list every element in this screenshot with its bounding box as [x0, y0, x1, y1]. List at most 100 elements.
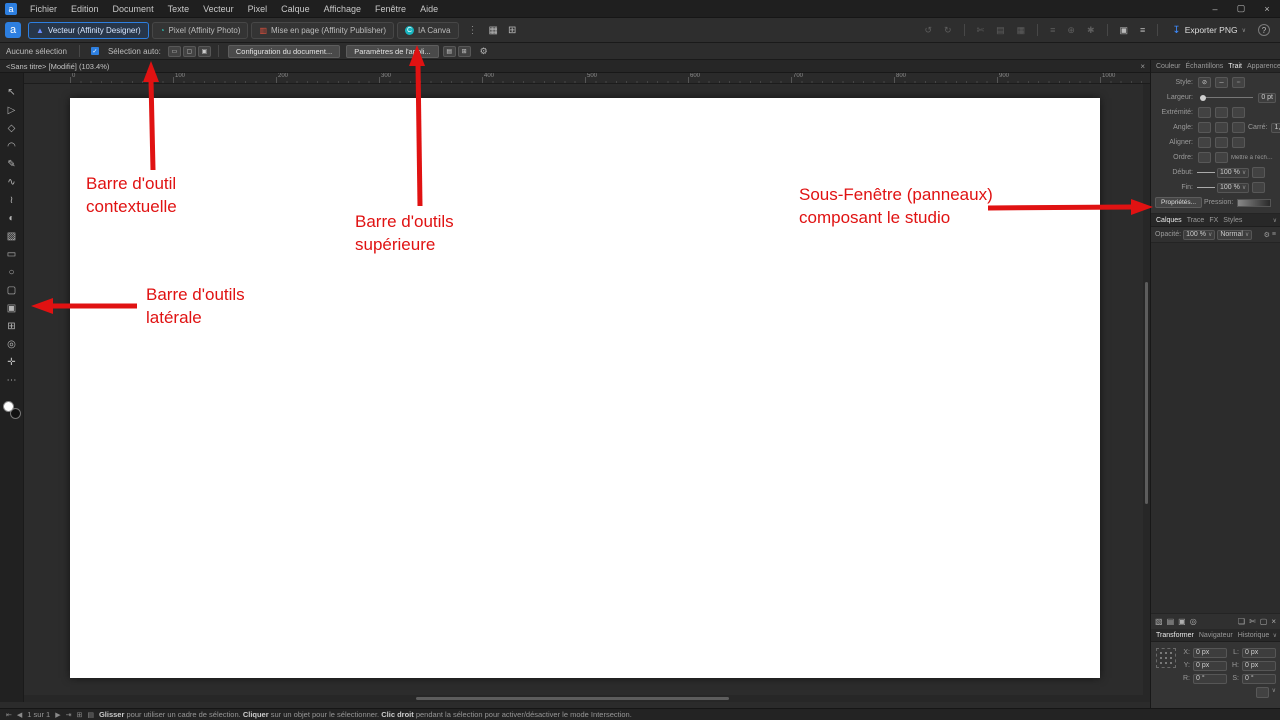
- menu-fenetre[interactable]: Fenêtre: [368, 4, 413, 14]
- snap-toggle-icon[interactable]: ⊞: [457, 45, 471, 57]
- tab-apparence[interactable]: Apparence: [1245, 63, 1280, 70]
- effects-icon[interactable]: ✱: [1087, 25, 1095, 36]
- stroke-none-button[interactable]: ⊘: [1198, 77, 1211, 88]
- rectangle-tool[interactable]: ▭: [3, 245, 21, 263]
- join-bevel-button[interactable]: [1232, 122, 1245, 133]
- layer-lock-icon[interactable]: ≡: [1272, 231, 1276, 238]
- menu-edition[interactable]: Edition: [64, 4, 106, 14]
- swap-arrowheads-button[interactable]: [1252, 167, 1266, 178]
- stroke-dash-button[interactable]: ┄: [1232, 77, 1245, 88]
- stroke-width-slider[interactable]: [1200, 94, 1254, 101]
- node-tool[interactable]: ▷: [3, 101, 21, 119]
- menu-aide[interactable]: Aide: [413, 4, 445, 14]
- menu-vecteur[interactable]: Vecteur: [196, 4, 241, 14]
- order-icon[interactable]: ≡: [1050, 25, 1055, 35]
- anchor-point-selector[interactable]: [1156, 648, 1176, 668]
- scale-with-object-label[interactable]: Mettre à l'échelle de l'objet: [1231, 155, 1276, 161]
- persona-pixel-button[interactable]: ◔ Pixel (Affinity Photo): [151, 21, 249, 39]
- persona-canva-button[interactable]: C IA Canva: [397, 21, 459, 39]
- copy-icon[interactable]: ▤: [996, 25, 1005, 36]
- vector-crop-tool[interactable]: ⊞: [3, 317, 21, 335]
- w-field[interactable]: 0 px: [1242, 647, 1276, 658]
- stroke-solid-button[interactable]: ─: [1215, 77, 1228, 88]
- cut-icon[interactable]: ✄: [977, 25, 985, 36]
- shear-field[interactable]: 0 °: [1242, 673, 1276, 684]
- opacity-value[interactable]: 100 % ∨: [1183, 229, 1216, 240]
- panel-menu-icon[interactable]: ∨: [1273, 217, 1277, 224]
- next-page-button[interactable]: ▶: [55, 711, 60, 719]
- new-layer-icon[interactable]: ▢: [1260, 617, 1268, 626]
- tab-echantillons[interactable]: Échantillons: [1184, 63, 1226, 70]
- tab-couleur[interactable]: Couleur: [1154, 63, 1183, 70]
- align-inside-button[interactable]: [1215, 137, 1228, 148]
- first-page-button[interactable]: ⇤: [6, 711, 12, 719]
- transparency-tool[interactable]: ▨: [3, 227, 21, 245]
- pen-tool[interactable]: ✎: [3, 155, 21, 173]
- auto-select-checkbox[interactable]: ✓: [90, 47, 99, 55]
- arrowhead-options-button[interactable]: [1252, 182, 1266, 193]
- redo-icon[interactable]: ↻: [944, 25, 952, 36]
- tab-trace[interactable]: Trace: [1185, 217, 1207, 224]
- end-scale-value[interactable]: 100 % ∨: [1217, 182, 1250, 193]
- miter-value[interactable]: 1,5: [1271, 122, 1280, 133]
- order-front-button[interactable]: [1198, 152, 1211, 163]
- stroke-properties-button[interactable]: Propriétés...: [1155, 197, 1203, 208]
- vector-brush-tool[interactable]: ≀: [3, 191, 21, 209]
- last-page-button[interactable]: ⇥: [66, 711, 72, 719]
- start-scale-value[interactable]: 100 % ∨: [1217, 167, 1250, 178]
- transform-options-button[interactable]: [1255, 686, 1269, 698]
- tab-trait[interactable]: Trait: [1226, 63, 1244, 70]
- cap-round-button[interactable]: [1215, 107, 1228, 118]
- select-mode-icon-3[interactable]: ▣: [197, 45, 211, 57]
- tab-historique[interactable]: Historique: [1236, 632, 1272, 639]
- select-mode-icon-1[interactable]: ▭: [167, 45, 181, 57]
- zoom-tool[interactable]: ◎: [3, 335, 21, 353]
- pencil-tool[interactable]: ∿: [3, 173, 21, 191]
- persona-publisher-button[interactable]: ▥ Mise en page (Affinity Publisher): [251, 21, 395, 39]
- app-settings-button[interactable]: Paramètres de l'appli...: [346, 44, 439, 58]
- undo-icon[interactable]: ↺: [924, 25, 932, 36]
- tab-navigateur[interactable]: Navigateur: [1197, 632, 1235, 639]
- preview-mode-icon[interactable]: ▣: [1120, 25, 1129, 36]
- menu-document[interactable]: Document: [106, 4, 161, 14]
- layers-list[interactable]: [1151, 243, 1280, 613]
- group-layers-icon[interactable]: ◎: [1190, 617, 1197, 626]
- menu-texte[interactable]: Texte: [161, 4, 197, 14]
- maximize-button[interactable]: ▢: [1228, 3, 1254, 14]
- view-tool[interactable]: ✛: [3, 353, 21, 371]
- close-button[interactable]: ×: [1254, 4, 1280, 14]
- horizontal-scrollbar-thumb[interactable]: [415, 697, 729, 700]
- cut-layer-icon[interactable]: ✄: [1249, 617, 1256, 626]
- canvas-area[interactable]: [24, 84, 1150, 702]
- corner-tool[interactable]: ◠: [3, 137, 21, 155]
- menu-pixel[interactable]: Pixel: [241, 4, 275, 14]
- menu-calque[interactable]: Calque: [274, 4, 317, 14]
- close-document-icon[interactable]: ×: [1140, 62, 1145, 71]
- grid-icon[interactable]: ⊞: [508, 25, 516, 36]
- export-png-button[interactable]: ↧ Exporter PNG ∨: [1164, 22, 1254, 39]
- place-image-tool[interactable]: ▣: [3, 299, 21, 317]
- menu-fichier[interactable]: Fichier: [23, 4, 64, 14]
- fill-stroke-swatch[interactable]: [2, 401, 21, 419]
- vertical-scrollbar-thumb[interactable]: [1145, 281, 1148, 505]
- view-options-icon[interactable]: ≡: [1140, 25, 1145, 35]
- ellipse-tool[interactable]: ○: [3, 263, 21, 281]
- vertical-scrollbar[interactable]: [1143, 84, 1150, 702]
- toolbar-overflow-icon[interactable]: ⋮: [468, 25, 478, 36]
- cap-butt-button[interactable]: [1198, 107, 1211, 118]
- fx-layer-icon[interactable]: ▣: [1178, 617, 1186, 626]
- fill-tool[interactable]: ◐: [3, 209, 21, 227]
- snapping-icon[interactable]: ▦: [489, 25, 498, 36]
- stroke-width-value[interactable]: 0 pt: [1258, 92, 1276, 103]
- layer-settings-icon[interactable]: ⚙: [1264, 231, 1270, 239]
- delete-layer-icon[interactable]: ×: [1271, 617, 1276, 626]
- fill-color-swatch[interactable]: [2, 401, 14, 412]
- menu-affichage[interactable]: Affichage: [317, 4, 368, 14]
- point-transform-tool[interactable]: ◇: [3, 119, 21, 137]
- persona-vector-button[interactable]: ▲ Vecteur (Affinity Designer): [28, 21, 149, 39]
- move-tool[interactable]: ↖: [3, 83, 21, 101]
- previous-page-button[interactable]: ◀: [17, 711, 22, 719]
- join-round-button[interactable]: [1215, 122, 1228, 133]
- paste-icon[interactable]: ▦: [1017, 25, 1026, 36]
- minimize-button[interactable]: –: [1202, 4, 1228, 14]
